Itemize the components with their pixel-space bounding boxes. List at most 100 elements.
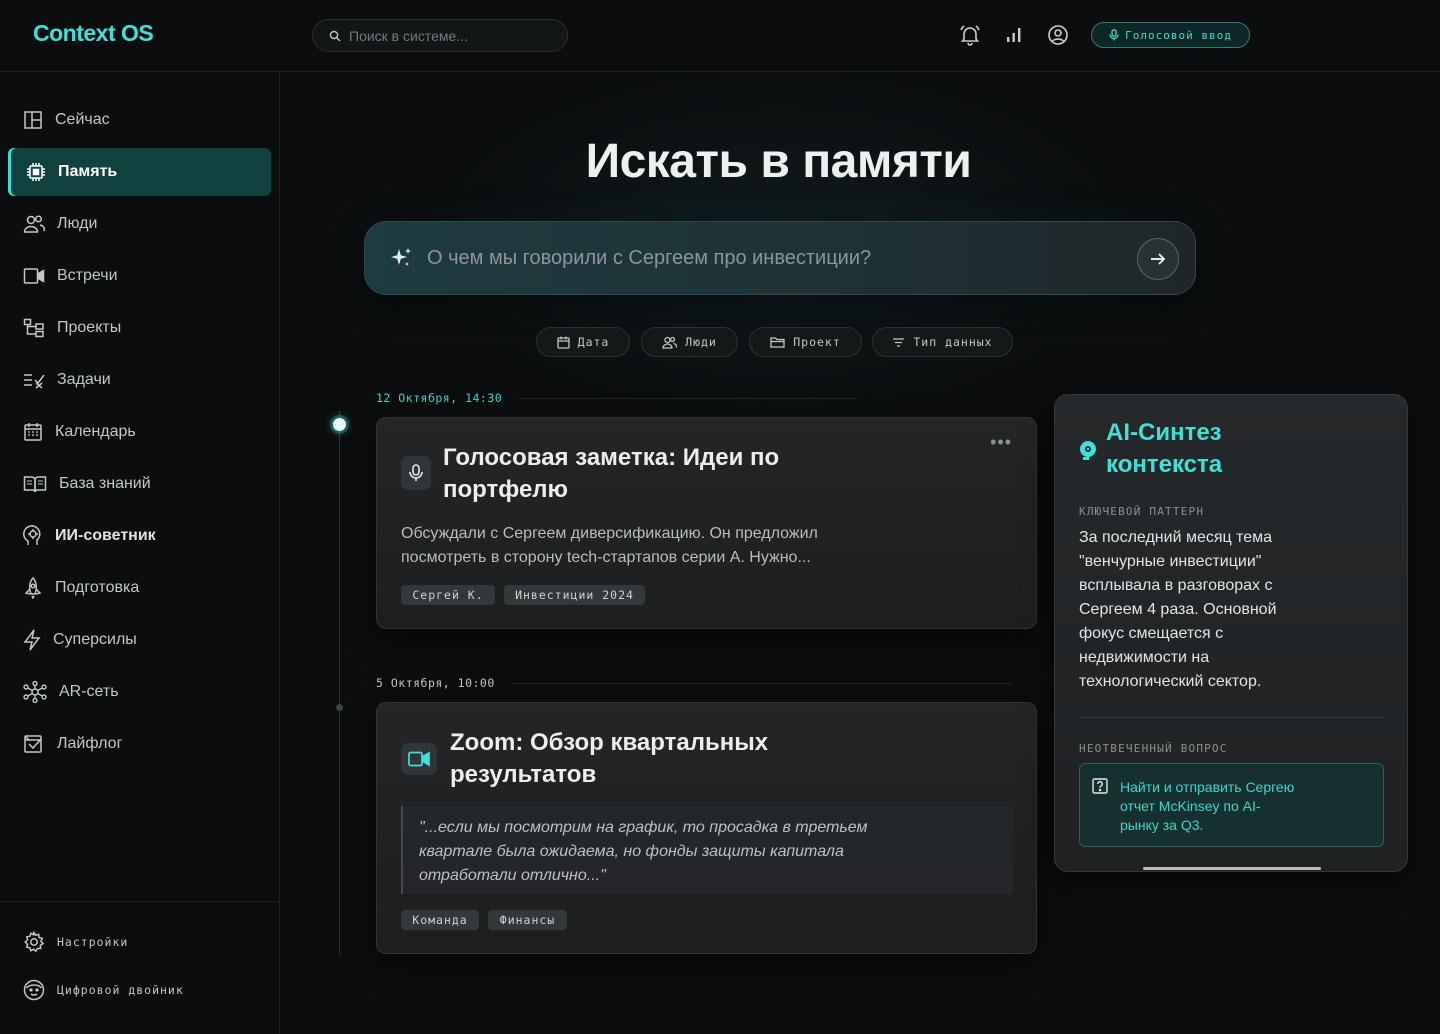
memory-search-input[interactable] (427, 246, 1107, 270)
settings-link[interactable]: Настройки (23, 931, 128, 953)
memory-search-bar[interactable] (364, 221, 1196, 295)
global-search-input[interactable] (349, 27, 549, 44)
sidebar-item-label: Календарь (55, 423, 136, 440)
memory-card-voice-note[interactable]: ••• Голосовая заметка: Идеи по портфелю … (376, 417, 1037, 629)
book-icon (23, 476, 47, 493)
divider (1079, 717, 1385, 718)
filter-data-type[interactable]: Тип данных (872, 327, 1013, 357)
sidebar-item-projects[interactable]: Проекты (8, 304, 271, 352)
filter-date[interactable]: Дата (536, 327, 630, 357)
timeline-date-label: 5 Октября, 10:00 (376, 676, 495, 690)
sidebar-footer: Настройки Цифровой двойник (0, 901, 280, 1034)
key-pattern-line: Сергеем 4 раза. Основной (1079, 601, 1277, 618)
voice-input-button[interactable]: Голосовой ввод (1091, 22, 1250, 48)
suggested-action-line: рынку за Q3. (1120, 817, 1204, 833)
more-options-button[interactable]: ••• (990, 432, 1012, 453)
timeline-date: 12 Октября, 14:30 (376, 391, 859, 405)
card-title-line: Zoom: Обзор квартальных (450, 729, 769, 756)
card-quote-line: квартале была ожидаема, но фонды защиты … (419, 843, 844, 860)
key-pattern-line: фокус смещается с (1079, 625, 1224, 642)
sidebar-item-people[interactable]: Люди (8, 200, 271, 248)
user-circle-icon[interactable] (1046, 23, 1070, 47)
search-icon (329, 30, 341, 41)
brain-icon (23, 525, 41, 545)
scrollbar[interactable] (1143, 867, 1321, 870)
sidebar-item-label: Встречи (57, 267, 118, 284)
key-pattern-line: всплывала в разговорах с (1079, 577, 1273, 594)
sidebar-item-label: База знаний (59, 475, 151, 492)
sidebar-item-superpowers[interactable]: Суперсилы (8, 616, 271, 664)
filter-label: Дата (577, 335, 610, 349)
sidebar: Сейчас Память Люди Встречи Проекты Задач… (0, 72, 280, 1034)
key-pattern-line: За последний месяц тема (1079, 529, 1273, 546)
filter-label: Тип данных (913, 335, 993, 349)
face-icon (23, 979, 45, 1001)
card-title-line: результатов (450, 761, 597, 788)
tag[interactable]: Команда (401, 910, 479, 930)
timeline-dot (336, 704, 343, 711)
global-search[interactable] (312, 19, 568, 52)
sidebar-item-tasks[interactable]: Задачи (8, 356, 271, 404)
sidebar-item-label: Память (58, 163, 118, 180)
sidebar-item-label: Суперсилы (53, 631, 137, 648)
voice-input-label: Голосовой ввод (1125, 28, 1232, 42)
memory-card-zoom[interactable]: Zoom: Обзор квартальных результатов "...… (376, 702, 1037, 954)
top-icon-group (958, 23, 1070, 47)
people-icon (662, 336, 678, 349)
calendar-icon (24, 423, 42, 441)
card-quote-line: "...если мы посмотрим на график, то прос… (419, 819, 868, 836)
digital-twin-label: Цифровой двойник (57, 983, 184, 997)
suggested-action-button[interactable]: Найти и отправить Сергею отчет McKinsey … (1079, 763, 1384, 847)
sidebar-item-label: AR-сеть (59, 683, 119, 700)
question-icon (1092, 778, 1108, 794)
sidebar-item-ai-advisor[interactable]: ИИ-советник (8, 512, 271, 560)
card-title: Голосовая заметка: Идеи по портфелю (443, 442, 779, 506)
calendar-icon (556, 336, 570, 349)
timeline-date: 5 Октября, 10:00 (376, 676, 1011, 690)
filter-project[interactable]: Проект (749, 327, 862, 357)
signal-bars-icon[interactable] (1002, 23, 1026, 47)
sidebar-item-lifelog[interactable]: Лайфлог (8, 720, 271, 768)
tag[interactable]: Финансы (488, 910, 567, 930)
page-title: Искать в памяти (585, 135, 972, 188)
sidebar-item-memory[interactable]: Память (8, 148, 271, 196)
network-icon (23, 681, 47, 703)
bell-icon[interactable] (958, 23, 982, 47)
top-bar: Context OS Голосовой ввод (0, 0, 1440, 72)
card-title-line: Голосовая заметка: Идеи по (443, 444, 780, 471)
key-pattern-line: "венчурные инвестиции" (1079, 553, 1262, 570)
filter-label: Проект (793, 335, 841, 349)
sidebar-item-label: Задачи (57, 371, 111, 388)
sidebar-item-preparation[interactable]: Подготовка (8, 564, 271, 612)
sidebar-item-calendar[interactable]: Календарь (8, 408, 271, 456)
key-pattern-line: недвижимости на (1079, 649, 1210, 666)
sidebar-item-label: Люди (57, 215, 98, 232)
sidebar-item-label: Подготовка (55, 579, 140, 596)
video-icon (401, 743, 437, 775)
search-submit-button[interactable] (1137, 238, 1179, 280)
tag[interactable]: Сергей К. (401, 585, 495, 605)
sidebar-item-label: Лайфлог (57, 735, 123, 752)
unanswered-question-label: НЕОТВЕЧЕННЫЙ ВОПРОС (1079, 742, 1228, 755)
card-quote: "...если мы посмотрим на график, то прос… (401, 806, 1013, 894)
sidebar-item-ar-network[interactable]: AR-сеть (8, 668, 271, 716)
digital-twin-link[interactable]: Цифровой двойник (23, 979, 184, 1001)
app-logo[interactable]: Context OS (33, 20, 154, 47)
ai-panel-title: AI-Синтез контекста (1106, 417, 1346, 481)
sidebar-item-meetings[interactable]: Встречи (8, 252, 271, 300)
suggested-action-text: Найти и отправить Сергею отчет McKinsey … (1120, 778, 1320, 835)
sidebar-item-knowledge-base[interactable]: База знаний (8, 460, 271, 508)
video-icon (23, 268, 45, 284)
ai-synthesis-panel: AI-Синтез контекста КЛЮЧЕВОЙ ПАТТЕРН За … (1054, 394, 1408, 872)
card-summary: Обсуждали с Сергеем диверсификацию. Он п… (401, 522, 818, 570)
timeline-rule (510, 682, 1011, 684)
timeline-dot-active (333, 418, 346, 431)
tag[interactable]: Инвестиции 2024 (504, 585, 645, 605)
brain-gear-icon (1080, 441, 1096, 460)
key-pattern-text: За последний месяц тема "венчурные инвес… (1079, 526, 1369, 694)
filter-people[interactable]: Люди (641, 327, 738, 357)
sidebar-item-label: ИИ-советник (55, 527, 156, 544)
sidebar-item-now[interactable]: Сейчас (8, 96, 271, 144)
timeline-rule (518, 397, 859, 399)
chip-icon (27, 163, 45, 181)
